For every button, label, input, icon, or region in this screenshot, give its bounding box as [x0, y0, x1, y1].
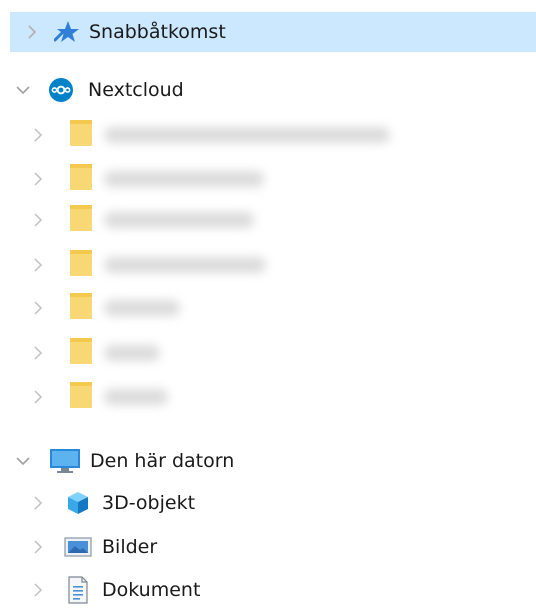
chevron-right-icon[interactable] [24, 24, 40, 40]
chevron-right-icon[interactable] [30, 257, 46, 273]
blurred-folder-name [104, 127, 390, 143]
tree-item-folder[interactable] [0, 377, 536, 417]
chevron-right-icon[interactable] [30, 300, 46, 316]
chevron-down-icon[interactable] [15, 453, 31, 469]
tree-item-nextcloud[interactable]: Nextcloud [0, 70, 536, 110]
3d-objects-icon [65, 490, 91, 516]
tree-item-label: Bilder [102, 536, 158, 558]
tree-item-folder[interactable] [0, 333, 536, 373]
computer-icon [49, 447, 81, 475]
tree-item-label: 3D-objekt [102, 492, 196, 514]
chevron-right-icon[interactable] [30, 495, 46, 511]
tree-item-folder[interactable] [0, 288, 536, 328]
folder-icon [68, 205, 94, 231]
tree-item-label: Nextcloud [88, 79, 184, 101]
chevron-right-icon[interactable] [30, 539, 46, 555]
tree-item-label: Snabbåtkomst [89, 21, 226, 43]
blurred-folder-name [104, 389, 168, 405]
tree-item-folder[interactable] [0, 200, 536, 240]
chevron-right-icon[interactable] [30, 127, 46, 143]
folder-icon [68, 338, 94, 364]
documents-icon [66, 576, 90, 604]
chevron-right-icon[interactable] [30, 582, 46, 598]
nextcloud-icon [48, 77, 74, 103]
tree-item-folder[interactable] [0, 115, 536, 155]
tree-item-quick-access[interactable]: Snabbåtkomst [10, 12, 536, 52]
navigation-tree: Snabbåtkomst Nextcloud Den här datorn 3D… [0, 0, 536, 606]
tree-item-label: Dokument [102, 579, 201, 601]
tree-item-this-pc[interactable]: Den här datorn [0, 441, 536, 481]
chevron-right-icon[interactable] [30, 345, 46, 361]
tree-item-3d-objects[interactable]: 3D-objekt [0, 483, 536, 523]
folder-icon [68, 164, 94, 190]
folder-icon [68, 250, 94, 276]
tree-item-pictures[interactable]: Bilder [0, 527, 536, 567]
star-icon [54, 19, 80, 45]
folder-icon [68, 293, 94, 319]
chevron-right-icon[interactable] [30, 171, 46, 187]
chevron-right-icon[interactable] [30, 389, 46, 405]
blurred-folder-name [104, 345, 160, 361]
blurred-folder-name [104, 257, 266, 273]
folder-icon [68, 120, 94, 146]
tree-item-folder[interactable] [0, 159, 536, 199]
folder-icon [68, 382, 94, 408]
chevron-down-icon[interactable] [15, 82, 31, 98]
blurred-folder-name [104, 171, 264, 187]
tree-item-label: Den här datorn [90, 450, 235, 472]
blurred-folder-name [104, 300, 180, 316]
pictures-icon [64, 535, 92, 559]
tree-item-folder[interactable] [0, 245, 536, 285]
tree-item-documents[interactable]: Dokument [0, 570, 536, 610]
chevron-right-icon[interactable] [30, 212, 46, 228]
blurred-folder-name [104, 212, 254, 228]
